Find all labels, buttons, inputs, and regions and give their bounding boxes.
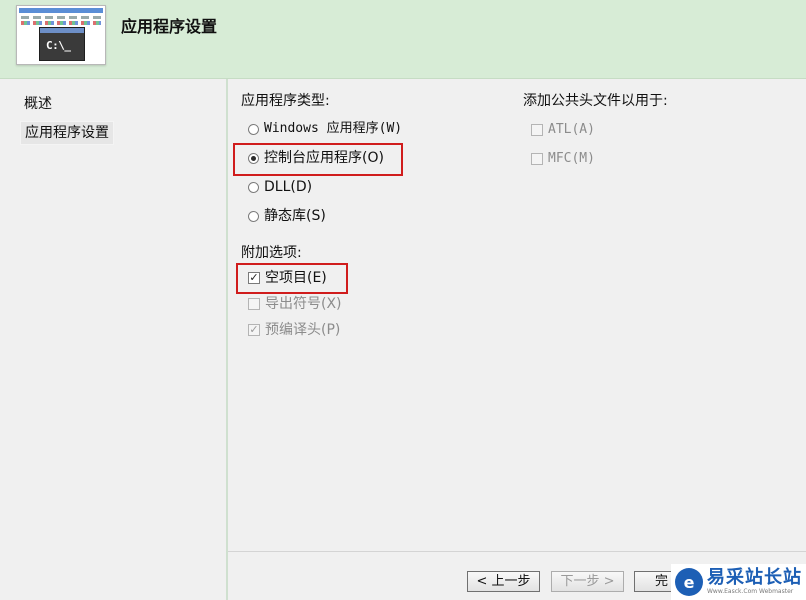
checkbox-label: 预编译头(P) <box>265 322 341 338</box>
checkbox-label: 空项目(E) <box>265 270 327 286</box>
radio-button[interactable] <box>248 123 259 135</box>
checkbox-label: ATL(A) <box>548 122 595 137</box>
next-button: 下一步 > <box>551 571 624 592</box>
radio-static-lib[interactable]: 静态库(S) <box>248 205 326 227</box>
site-logo-letter: e <box>683 572 695 592</box>
wizard-header: C:\_ 应用程序设置 <box>0 0 806 79</box>
checkbox <box>248 298 260 310</box>
thumbnail-menubar <box>21 16 101 19</box>
app-type-heading: 应用程序类型: <box>241 93 330 109</box>
checkbox-mfc: MFC(M) <box>531 148 595 170</box>
back-button[interactable]: < 上一步 <box>467 571 540 592</box>
console-titlebar <box>40 28 84 33</box>
radio-dll[interactable]: DLL(D) <box>248 176 312 198</box>
checkbox-export-symbols: 导出符号(X) <box>248 293 342 315</box>
checkbox-label: 导出符号(X) <box>265 296 342 312</box>
watermark-text: 易采站长站 Www.Easck.Com Webmaster <box>707 568 802 596</box>
watermark-url: Www.Easck.Com Webmaster <box>707 588 794 595</box>
console-window-icon: C:\_ <box>39 27 85 61</box>
footer-divider <box>228 551 806 552</box>
watermark-name: 易采站长站 <box>707 567 802 588</box>
radio-label: 静态库(S) <box>264 208 326 224</box>
checkbox-label: MFC(M) <box>548 151 595 166</box>
common-headers-heading: 添加公共头文件以用于: <box>523 93 668 109</box>
radio-label: 控制台应用程序(O) <box>264 150 384 166</box>
radio-button[interactable] <box>248 210 259 222</box>
radio-label: Windows 应用程序(W) <box>264 121 403 136</box>
checkbox[interactable]: ✓ <box>248 272 260 284</box>
extra-options-heading: 附加选项: <box>241 245 302 261</box>
checkbox <box>531 124 543 136</box>
radio-button[interactable] <box>248 181 259 193</box>
radio-windows-app[interactable]: Windows 应用程序(W) <box>248 118 402 140</box>
console-app-thumbnail: C:\_ <box>16 5 106 65</box>
checkbox <box>531 153 543 165</box>
sidebar-item-overview[interactable]: 概述 <box>20 93 56 115</box>
radio-console-app[interactable]: 控制台应用程序(O) <box>248 147 384 169</box>
checkbox-atl: ATL(A) <box>531 119 595 141</box>
checkbox-precompiled-header: ✓ 预编译头(P) <box>248 319 340 341</box>
checkbox-empty-project[interactable]: ✓ 空项目(E) <box>248 267 327 289</box>
thumbnail-titlebar <box>19 8 103 13</box>
site-watermark: e 易采站长站 Www.Easck.Com Webmaster <box>671 564 806 600</box>
wizard-sidebar: 概述 应用程序设置 <box>0 79 228 600</box>
sidebar-item-application-settings[interactable]: 应用程序设置 <box>20 121 114 145</box>
console-prompt-text: C:\_ <box>46 39 71 52</box>
thumbnail-toolbar <box>21 21 101 25</box>
radio-label: DLL(D) <box>264 179 313 195</box>
radio-button[interactable] <box>248 152 259 164</box>
checkbox: ✓ <box>248 323 260 336</box>
page-title: 应用程序设置 <box>121 17 218 36</box>
site-logo-icon: e <box>675 568 703 596</box>
